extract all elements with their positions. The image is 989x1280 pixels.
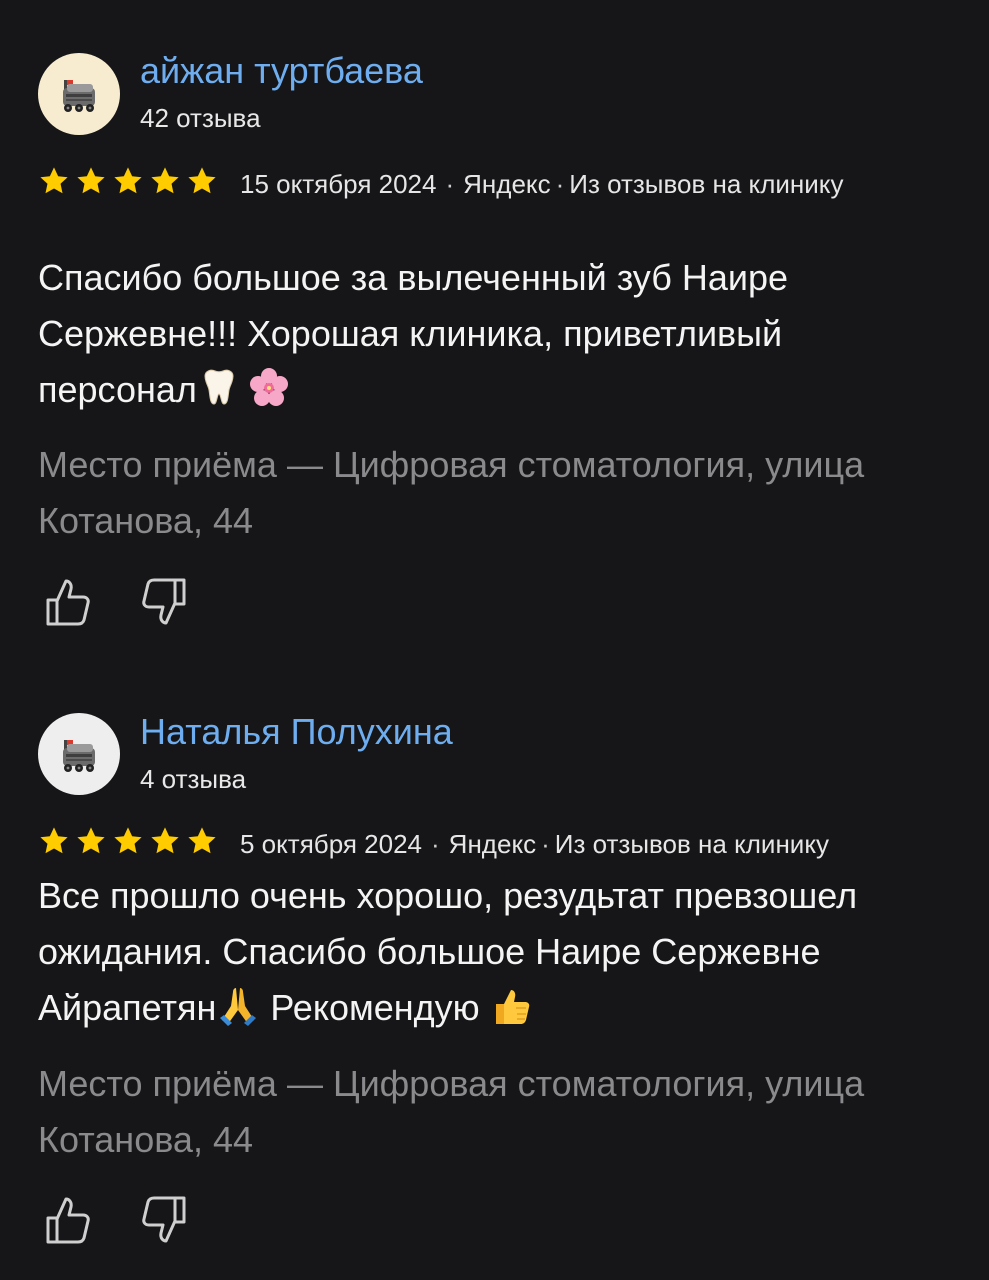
review-origin: Из отзывов на клинику [569,169,844,199]
star-icon [188,827,216,854]
review-place: Место приёма — Цифровая стоматология, ул… [38,1063,865,1160]
review-source: Яндекс [448,829,537,859]
delivery-robot-icon [63,80,95,112]
author-avatar[interactable] [38,713,120,795]
dislike-button[interactable] [136,574,188,630]
review-date: 15 октября 2024 [240,169,437,199]
star-icon [151,827,179,854]
like-button[interactable] [44,1192,96,1248]
thumbs-up-emoji [495,990,529,1024]
star-icon [114,827,142,854]
thumbs-up-outline-icon [46,1197,90,1244]
review-text: Все прошло очень хорошо, резудьтат превз… [38,868,943,1036]
star-icon [40,167,68,194]
author-review-count: 42 отзыва [140,103,261,133]
star-icon [188,167,216,194]
star-icon [77,167,105,194]
author-review-count: 4 отзыва [140,764,247,794]
thumbs-up-outline-icon [46,579,90,626]
delivery-robot-icon [63,740,95,772]
review-place: Место приёма — Цифровая стоматология, ул… [38,444,865,541]
review-text-content-2: Рекомендую [260,987,490,1028]
thumbs-down-outline-icon [142,578,186,625]
star-icon [77,827,105,854]
review-actions [44,1192,188,1248]
author-avatar[interactable] [38,53,120,135]
review-source: Яндекс [463,169,551,199]
folded-hands-emoji [220,988,257,1026]
author-name-link[interactable]: Наталья Полухина [140,710,453,754]
thumbs-down-outline-icon [142,1196,186,1243]
review-text-content: Спасибо большое за вылеченный зуб Наире … [38,257,788,410]
review-text: Спасибо большое за вылеченный зуб Наире … [38,250,943,418]
dislike-button[interactable] [136,1192,188,1248]
review-actions [44,574,188,630]
star-icon [114,167,142,194]
review-meta: 5 октября 2024 · Яндекс · Из отзывов на клин… [38,823,938,865]
review-origin: Из отзывов на клинику [554,829,829,859]
author-name-link[interactable]: айжан туртбаева [140,49,423,93]
rating-stars [38,165,218,197]
tooth-emoji [204,369,234,405]
review-meta: 15 октября 2024 · Яндекс · Из отзывов на кли… [38,163,938,205]
star-icon [40,827,68,854]
cherry-blossom-emoji [249,368,288,406]
star-icon [151,167,179,194]
like-button[interactable] [44,574,96,630]
review-date: 5 октября 2024 [240,829,422,859]
rating-stars [38,825,218,857]
